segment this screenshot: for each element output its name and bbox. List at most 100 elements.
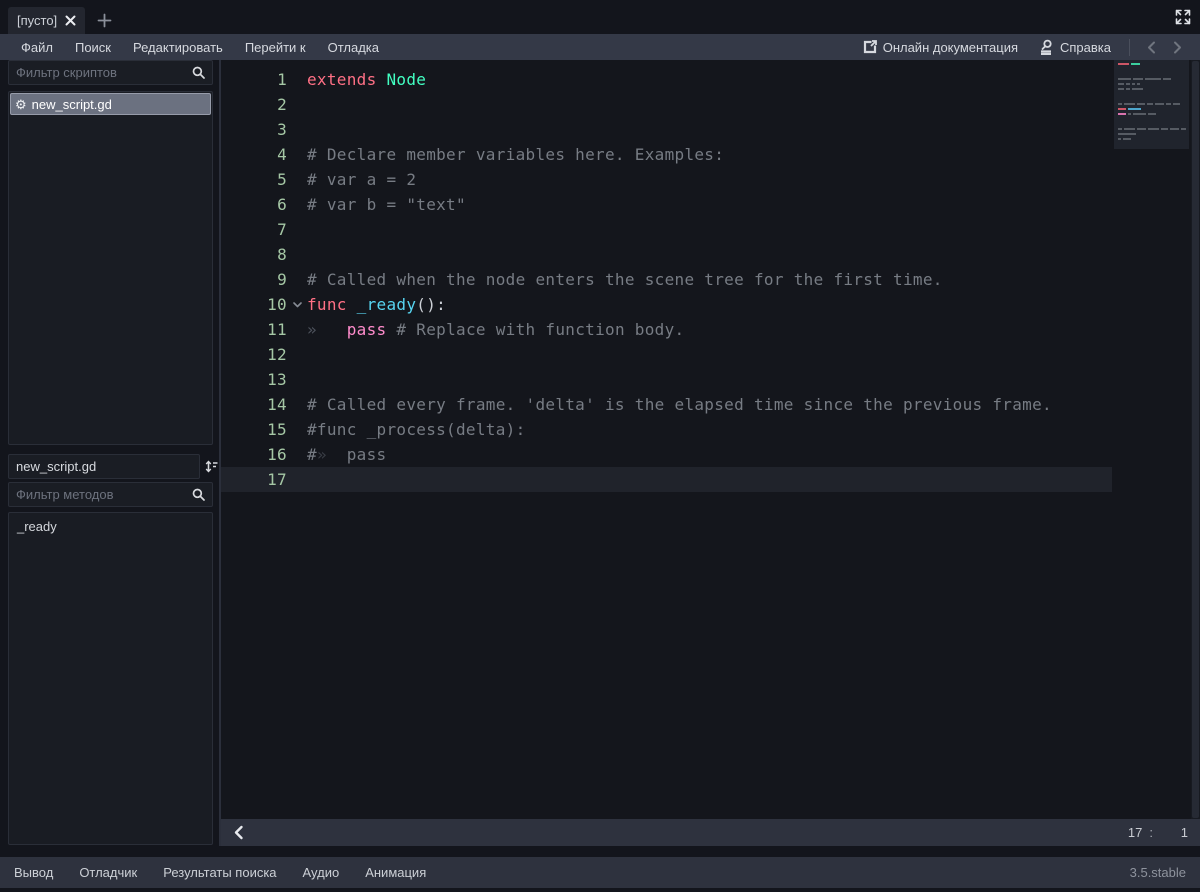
code-area[interactable]: 1 extends Node 2 3 4 # Declare member variabl… — [221, 60, 1200, 819]
panel-search-results-button[interactable]: Результаты поиска — [150, 865, 289, 880]
line-number[interactable]: 12 — [221, 342, 287, 367]
line-number[interactable]: 2 — [221, 92, 287, 117]
menu-bar-right: Онлайн документация Справка — [853, 38, 1190, 56]
methods-filter-input[interactable] — [16, 487, 192, 502]
help-button[interactable]: Справка — [1028, 39, 1121, 55]
line-number[interactable]: 17 — [221, 467, 287, 492]
vertical-scrollbar[interactable] — [1191, 60, 1200, 819]
code-text: # Called every frame. 'delta' is the ela… — [307, 395, 1052, 414]
line-number[interactable]: 10 — [221, 292, 287, 317]
code-line[interactable]: 16 #» pass — [221, 442, 1112, 467]
menu-file[interactable]: Файл — [10, 40, 64, 55]
code-line[interactable]: 8 — [221, 242, 1112, 267]
search-icon — [192, 488, 205, 501]
code-line[interactable]: 15 #func _process(delta): — [221, 417, 1112, 442]
method-list-item[interactable]: _ready — [10, 516, 211, 536]
online-docs-button[interactable]: Онлайн документация — [853, 40, 1028, 55]
code-text: # var b = "text" — [307, 195, 466, 214]
script-tab[interactable]: [пусто] — [8, 7, 86, 34]
line-number[interactable]: 5 — [221, 167, 287, 192]
script-list: ⚙ new_script.gd — [8, 91, 213, 445]
code-text: # Declare member variables here. Example… — [307, 145, 725, 164]
menu-separator — [1129, 38, 1130, 56]
menu-bar: Файл Поиск Редактировать Перейти к Отлад… — [0, 34, 1200, 60]
panel-debugger-button[interactable]: Отладчик — [66, 865, 150, 880]
code-line[interactable]: 17 — [221, 467, 1112, 492]
caret-colon: : — [1149, 825, 1153, 840]
code-text: extends Node — [307, 70, 427, 89]
history-forward-button[interactable] — [1164, 41, 1190, 54]
scripts-filter-input[interactable] — [16, 65, 192, 80]
toggle-scripts-panel-button[interactable] — [233, 825, 244, 840]
script-name-field[interactable] — [8, 454, 200, 479]
panel-splitter[interactable] — [213, 60, 221, 846]
code-line[interactable]: 13 — [221, 367, 1112, 392]
script-gear-icon: ⚙ — [15, 96, 27, 112]
method-name: _ready — [17, 518, 57, 534]
code-line[interactable]: 11 » pass # Replace with function body. — [221, 317, 1112, 342]
code-line[interactable]: 3 — [221, 117, 1112, 142]
chevron-right-icon — [1173, 41, 1182, 54]
distraction-free-mode-button[interactable] — [1175, 9, 1191, 25]
code-line[interactable]: 14 # Called every frame. 'delta' is the e… — [221, 392, 1112, 417]
help-label: Справка — [1060, 39, 1111, 55]
menu-search[interactable]: Поиск — [64, 40, 122, 55]
new-tab-button[interactable] — [91, 7, 117, 34]
code-text: » pass # Replace with function body. — [307, 320, 685, 339]
method-list: _ready — [8, 512, 213, 845]
expand-icon — [1175, 9, 1191, 25]
fold-gutter — [287, 192, 307, 217]
code-line[interactable]: 10 func _ready(): — [221, 292, 1112, 317]
panel-audio-button[interactable]: Аудио — [290, 865, 353, 880]
history-back-button[interactable] — [1138, 41, 1164, 54]
bottom-panel-bar: Вывод Отладчик Результаты поиска Аудио А… — [0, 857, 1200, 888]
code-text: # var a = 2 — [307, 170, 417, 189]
code-line[interactable]: 6 # var b = "text" — [221, 192, 1112, 217]
fold-gutter — [287, 442, 307, 467]
panel-animation-button[interactable]: Анимация — [352, 865, 439, 880]
fold-gutter — [287, 67, 307, 92]
methods-filter-field[interactable] — [8, 482, 213, 507]
engine-version-label: 3.5.stable — [1129, 865, 1186, 880]
code-line[interactable]: 12 — [221, 342, 1112, 367]
line-number[interactable]: 13 — [221, 367, 287, 392]
menu-goto[interactable]: Перейти к — [234, 40, 317, 55]
code-line[interactable]: 1 extends Node — [221, 67, 1112, 92]
code-line[interactable]: 7 — [221, 217, 1112, 242]
line-number[interactable]: 3 — [221, 117, 287, 142]
script-name-input[interactable] — [16, 459, 192, 474]
line-number[interactable]: 15 — [221, 417, 287, 442]
minimap-line — [1118, 128, 1186, 130]
script-name-row — [8, 454, 218, 479]
panel-output-button[interactable]: Вывод — [12, 865, 66, 880]
external-link-icon — [863, 40, 877, 54]
fold-gutter — [287, 217, 307, 242]
line-number[interactable]: 6 — [221, 192, 287, 217]
script-list-item[interactable]: ⚙ new_script.gd — [10, 93, 211, 115]
line-number[interactable]: 16 — [221, 442, 287, 467]
line-number[interactable]: 11 — [221, 317, 287, 342]
menu-edit[interactable]: Редактировать — [122, 40, 234, 55]
script-name: new_script.gd — [31, 96, 112, 112]
minimap-line — [1118, 88, 1143, 90]
code-line[interactable]: 2 — [221, 92, 1112, 117]
script-tab-strip: [пусто] — [0, 0, 1200, 34]
line-number[interactable]: 8 — [221, 242, 287, 267]
minimap[interactable] — [1114, 60, 1189, 819]
line-number[interactable]: 14 — [221, 392, 287, 417]
code-line[interactable]: 4 # Declare member variables here. Exampl… — [221, 142, 1112, 167]
line-number[interactable]: 1 — [221, 67, 287, 92]
scripts-filter-field[interactable] — [8, 60, 213, 85]
menu-debug[interactable]: Отладка — [317, 40, 390, 55]
close-tab-icon[interactable] — [65, 15, 76, 26]
scrollbar-thumb[interactable] — [1192, 61, 1199, 818]
line-number[interactable]: 9 — [221, 267, 287, 292]
line-number[interactable]: 7 — [221, 217, 287, 242]
line-number[interactable]: 4 — [221, 142, 287, 167]
caret-column: 1 — [1180, 825, 1188, 840]
code-line[interactable]: 9 # Called when the node enters the scene… — [221, 267, 1112, 292]
code-line[interactable]: 5 # var a = 2 — [221, 167, 1112, 192]
fold-caret-icon[interactable] — [287, 292, 307, 317]
code-text: #» pass — [307, 445, 387, 464]
code-editor: 1 extends Node 2 3 4 # Declare member variabl… — [221, 60, 1200, 846]
